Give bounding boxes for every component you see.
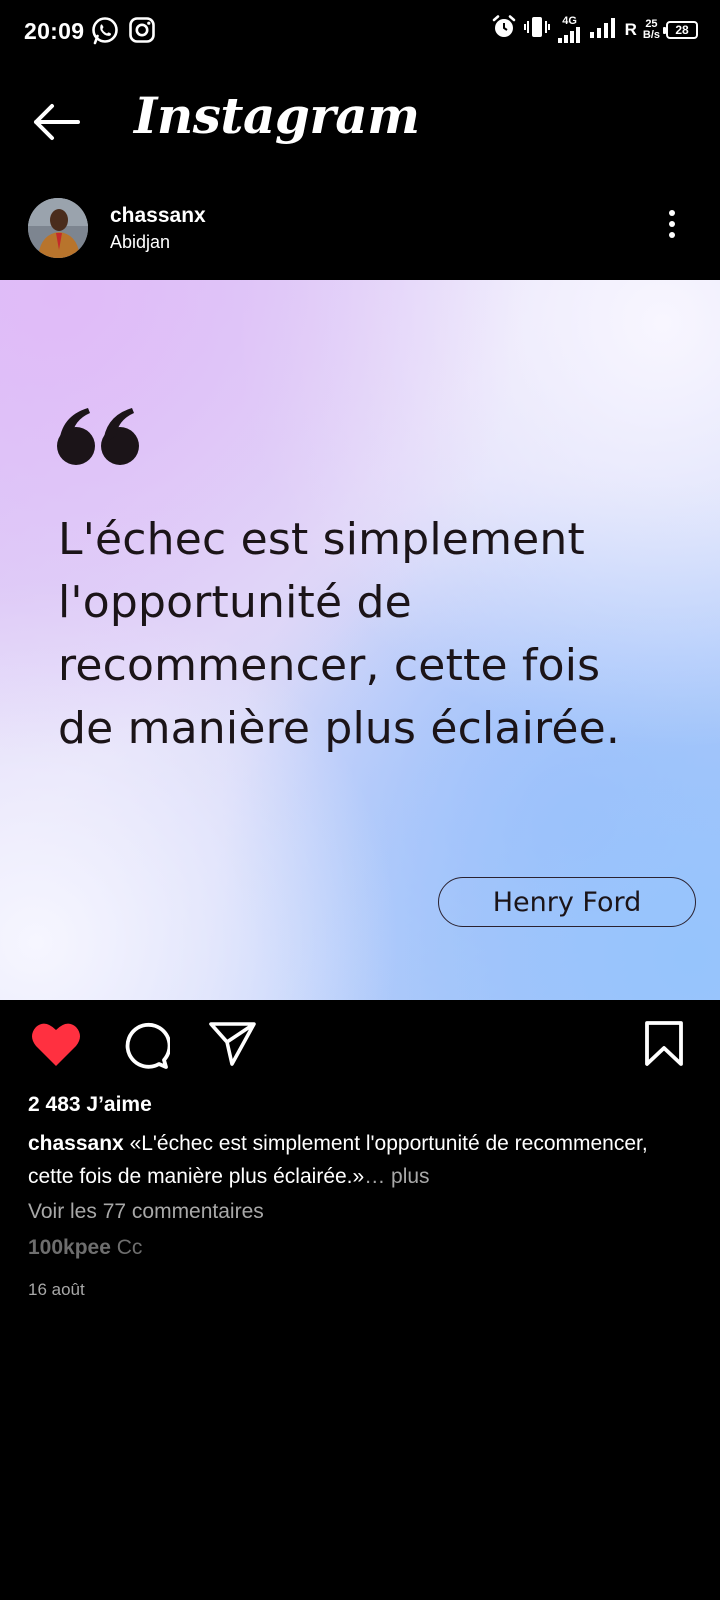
comment-text: Cc [110, 1236, 143, 1259]
post-caption: chassanx «L'échec est simplement l'oppor… [28, 1127, 678, 1193]
like-button[interactable] [30, 1020, 82, 1073]
back-button[interactable] [28, 96, 84, 148]
comment-button[interactable] [120, 1020, 172, 1075]
post-actions [0, 1000, 720, 1090]
share-button[interactable] [208, 1020, 258, 1073]
battery-icon: 28 [663, 20, 698, 39]
save-button[interactable] [644, 1020, 684, 1073]
avatar[interactable] [28, 198, 88, 258]
share-icon [209, 1022, 256, 1066]
roaming-indicator: R [624, 19, 637, 39]
post-header: chassanx Abidjan [0, 186, 720, 276]
quote-line: recommencer, cette fois [58, 640, 601, 691]
signal-icon [589, 16, 619, 43]
network-speed: 25 B/s [642, 17, 660, 41]
bookmark-icon [645, 1021, 683, 1066]
more-options-button[interactable] [660, 206, 684, 246]
comment-username[interactable]: 100kpee [28, 1236, 111, 1259]
post-date: 16 août [28, 1280, 85, 1299]
whatsapp-icon [90, 16, 120, 51]
quote-line: L'échec est simplement [58, 514, 585, 565]
post-image[interactable]: L'échec est simplement l'opportunité de … [0, 280, 720, 1000]
app-header: Instagram [0, 66, 720, 178]
caption-username[interactable]: chassanx [28, 1132, 124, 1155]
quote-text: L'échec est simplement l'opportunité de … [58, 508, 678, 760]
quote-mark-icon [57, 408, 139, 465]
comment-preview: 100kpee Cc [28, 1236, 142, 1260]
instagram-logo[interactable]: Instagram [134, 86, 420, 145]
vibrate-icon [523, 14, 551, 45]
network-type: 4G [557, 16, 583, 43]
status-bar: 20:09 4G R 25 B/s 28 [0, 0, 720, 66]
alarm-icon [491, 14, 517, 45]
quote-author: Henry Ford [438, 877, 696, 927]
likes-count[interactable]: 2 483 J’aime [28, 1093, 152, 1117]
instagram-icon [128, 16, 156, 51]
status-right: 4G R 25 B/s 28 [491, 14, 698, 45]
caption-more-link[interactable]: … plus [364, 1165, 429, 1188]
heart-icon [32, 1023, 80, 1066]
post-location[interactable]: Abidjan [110, 232, 170, 253]
view-comments-link[interactable]: Voir les 77 commentaires [28, 1200, 264, 1224]
status-time: 20:09 [24, 18, 85, 44]
post-username[interactable]: chassanx [110, 204, 206, 228]
back-arrow-icon [34, 104, 80, 140]
notification-icons [90, 16, 156, 51]
quote-line: l'opportunité de [58, 577, 412, 628]
more-vertical-icon [669, 210, 675, 216]
quote-line: de manière plus éclairée. [58, 703, 621, 754]
comment-icon [125, 1022, 172, 1069]
